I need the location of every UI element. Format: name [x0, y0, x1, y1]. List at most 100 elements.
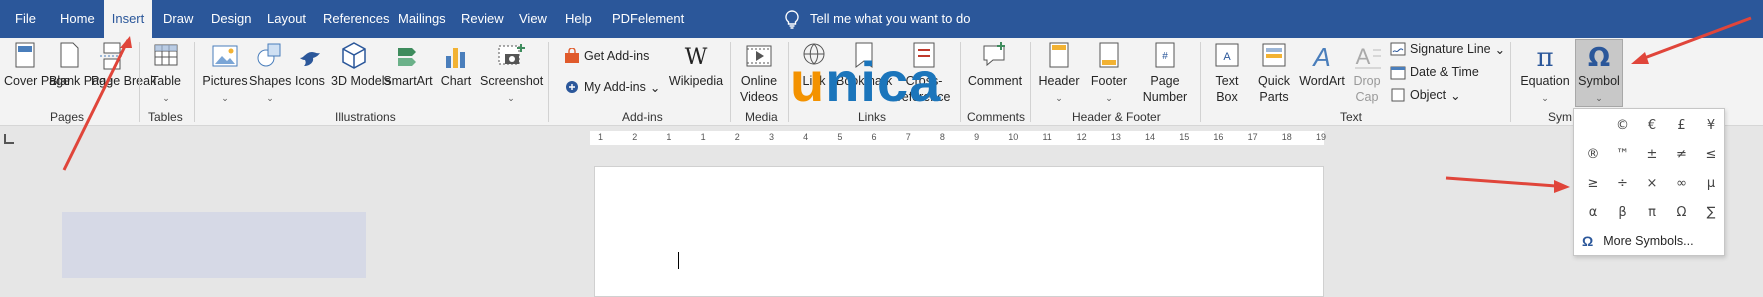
wordart-button[interactable]: A WordArt: [1298, 40, 1346, 89]
symbol-cell[interactable]: ©: [1608, 111, 1638, 141]
group-separator: [1030, 42, 1031, 122]
symbol-cell[interactable]: ±: [1637, 140, 1667, 170]
symbol-button[interactable]: Ω Symbol ⌄: [1575, 39, 1623, 107]
tab-design[interactable]: Design: [211, 0, 251, 38]
ruler-tick-label: 14: [1145, 132, 1156, 142]
drop-cap-label: Drop Cap: [1353, 74, 1381, 104]
get-addins-button[interactable]: Get Add-ins: [564, 48, 649, 64]
footer-button[interactable]: Footer ⌄: [1086, 40, 1132, 106]
wordart-icon: A: [1311, 42, 1330, 72]
horizontal-ruler[interactable]: 1 2 1 1 2 3 4 5 6 7 8 9 10 11 12 13 14 15 16 17 18 19: [590, 131, 1326, 145]
comment-label: Comment: [967, 74, 1023, 88]
tab-pdfelement[interactable]: PDFelement: [612, 0, 684, 38]
pictures-button[interactable]: Pictures ⌄: [202, 40, 248, 106]
text-box-button[interactable]: A Text Box: [1206, 40, 1248, 105]
screenshot-button[interactable]: Screenshot ⌄: [480, 40, 543, 106]
drop-cap-icon: A: [1355, 44, 1381, 69]
cover-page-button[interactable]: Cover Page: [4, 40, 71, 89]
ruler-tick-label: 2: [632, 132, 638, 142]
symbol-cell[interactable]: ÷: [1608, 169, 1638, 199]
icons-button[interactable]: Icons: [292, 40, 328, 89]
cube-icon: [342, 42, 366, 69]
svg-text:A: A: [1311, 42, 1330, 72]
date-time-button[interactable]: Date & Time: [1390, 64, 1479, 80]
shapes-button[interactable]: Shapes ⌄: [249, 40, 291, 106]
signature-line-button[interactable]: Signature Line ⌄: [1390, 41, 1505, 57]
wikipedia-button[interactable]: W Wikipedia: [668, 40, 724, 89]
cover-page-label: Cover Page: [4, 74, 71, 88]
tab-help[interactable]: Help: [565, 0, 592, 38]
tab-file[interactable]: File: [15, 0, 36, 38]
chart-button[interactable]: Chart: [438, 40, 474, 89]
tab-view[interactable]: View: [519, 0, 547, 38]
text-box-icon: A: [1215, 43, 1239, 67]
symbol-cell[interactable]: [1578, 111, 1608, 141]
text-cursor: [678, 252, 679, 269]
chevron-down-icon: ⌄: [266, 93, 274, 103]
omega-icon: Ω: [1582, 233, 1594, 249]
symbol-cell[interactable]: ¥: [1696, 111, 1726, 141]
ruler-tick-label: 15: [1179, 132, 1190, 142]
symbol-cell[interactable]: ≠: [1667, 140, 1697, 170]
symbol-cell[interactable]: ∞: [1667, 169, 1697, 199]
symbol-cell[interactable]: ∑: [1696, 198, 1726, 228]
ruler-tick-label: 3: [768, 132, 774, 142]
symbol-cell[interactable]: ®: [1578, 140, 1608, 170]
page-number-button[interactable]: # Page Number: [1138, 40, 1192, 105]
symbol-cell[interactable]: ™: [1608, 140, 1638, 170]
symbol-cell[interactable]: Ω: [1667, 198, 1697, 228]
bird-icon: [300, 52, 320, 66]
ruler-corner-tab[interactable]: [4, 134, 14, 144]
symbol-cell[interactable]: α: [1578, 198, 1608, 228]
3d-models-button[interactable]: 3D Models: [331, 40, 391, 89]
annotation-arrow-symbol: [1631, 16, 1752, 64]
tell-me-search[interactable]: Tell me what you want to do: [810, 0, 970, 38]
header-label: Header: [1038, 74, 1080, 88]
symbol-cell[interactable]: ×: [1637, 169, 1667, 199]
ruler-tick-label: 5: [837, 132, 843, 142]
online-videos-button[interactable]: Online Videos: [736, 40, 782, 105]
table-label: Table: [151, 74, 181, 88]
object-icon: [1391, 88, 1405, 102]
annotation-arrow-insert: [62, 36, 132, 171]
svg-text:Ω: Ω: [1588, 43, 1610, 72]
group-label-comments: Comments: [967, 110, 1026, 124]
get-addins-label: Get Add-ins: [584, 49, 650, 63]
comment-button[interactable]: Comment: [966, 40, 1024, 89]
video-icon: [746, 45, 772, 67]
document-page[interactable]: [594, 166, 1324, 297]
symbol-cell[interactable]: ≥: [1578, 169, 1608, 199]
smartart-button[interactable]: SmartArt: [383, 40, 433, 89]
symbol-cell[interactable]: ≤: [1696, 140, 1726, 170]
more-symbols-item[interactable]: Ω More Symbols...: [1582, 233, 1694, 249]
ruler-tick-label: 11: [1042, 132, 1052, 142]
symbol-cell[interactable]: π: [1637, 198, 1667, 228]
symbol-cell[interactable]: β: [1608, 198, 1638, 228]
drop-cap-button[interactable]: A Drop Cap: [1350, 40, 1384, 105]
symbol-cell[interactable]: €: [1637, 111, 1667, 141]
my-addins-button[interactable]: My Add-ins ⌄: [564, 79, 660, 95]
tab-review[interactable]: Review: [461, 0, 504, 38]
equation-button[interactable]: π Equation ⌄: [1518, 40, 1572, 106]
header-icon: [1049, 42, 1069, 68]
header-button[interactable]: Header ⌄: [1036, 40, 1082, 106]
group-separator: [730, 42, 731, 122]
group-label-addins: Add-ins: [622, 110, 663, 124]
group-label-tables: Tables: [148, 110, 183, 124]
symbol-cell[interactable]: £: [1667, 111, 1697, 141]
icons-label: Icons: [295, 74, 325, 88]
tab-mailings[interactable]: Mailings: [398, 0, 446, 38]
object-button[interactable]: Object ⌄: [1390, 87, 1461, 103]
symbol-cell[interactable]: µ: [1696, 169, 1726, 199]
tab-layout[interactable]: Layout: [267, 0, 306, 38]
tab-draw[interactable]: Draw: [163, 0, 193, 38]
group-label-illustrations: Illustrations: [335, 110, 396, 124]
chevron-down-icon: ⌄: [1055, 93, 1063, 103]
object-label: Object: [1410, 88, 1447, 102]
table-button[interactable]: Table ⌄: [146, 40, 186, 106]
ruler-tick-label: 17: [1247, 132, 1258, 142]
tab-references[interactable]: References: [323, 0, 389, 38]
quick-parts-button[interactable]: Quick Parts: [1252, 40, 1296, 105]
ruler-tick-label: 10: [1008, 132, 1019, 142]
group-label-symbols: Symbols: [1548, 110, 1572, 124]
